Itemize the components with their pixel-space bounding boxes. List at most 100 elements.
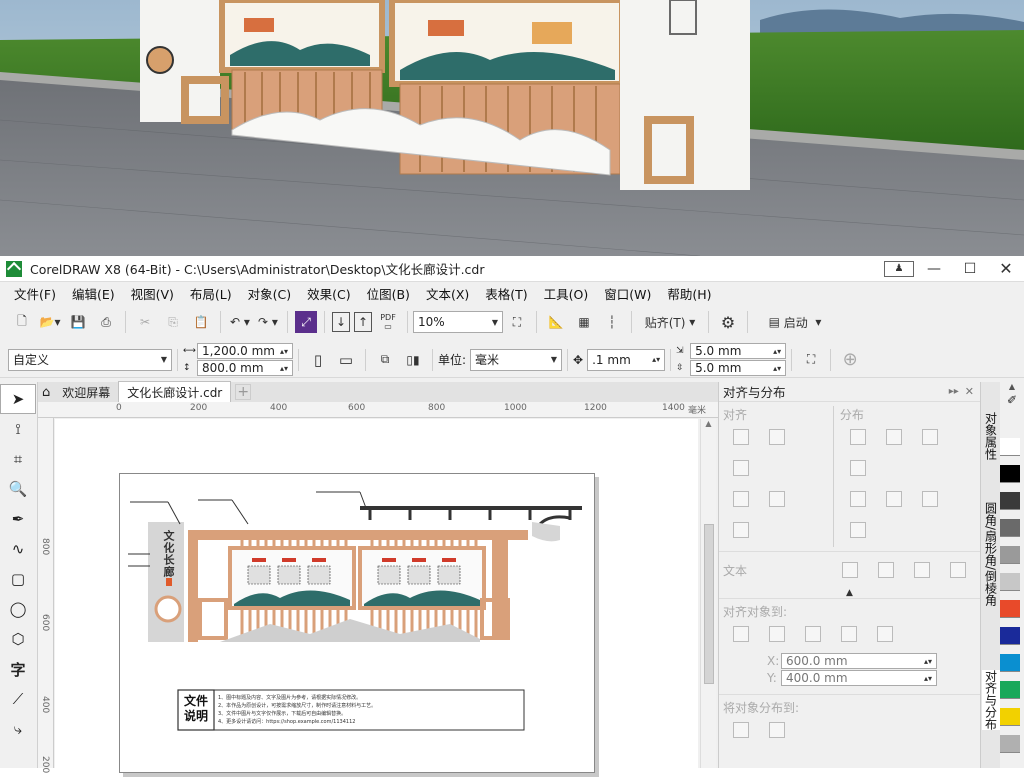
minimize-icon[interactable]: — <box>918 257 950 281</box>
application-launcher-button[interactable]: ▤ 启动 ▾ <box>755 310 835 334</box>
palette-swatch[interactable] <box>1000 735 1020 753</box>
cut-icon[interactable]: ✂ <box>133 310 157 334</box>
tab-welcome[interactable]: 欢迎屏幕 <box>54 381 119 403</box>
side-tab-fillet[interactable]: 圆角/扇形角/倒棱角 <box>982 502 1000 606</box>
page-height-input[interactable]: 800.0 mm ▴▾ <box>197 360 293 376</box>
eyedropper-icon[interactable]: ✐ <box>1000 393 1024 407</box>
zoom-tool-icon[interactable]: 🔍 <box>0 474 36 504</box>
import-icon[interactable]: ↓ <box>332 312 350 332</box>
tab-document[interactable]: 文化长廊设计.cdr <box>118 381 232 403</box>
current-page-icon[interactable]: ▯▮ <box>401 348 425 372</box>
spinner-icon[interactable]: ▴▾ <box>924 657 932 666</box>
spinner-icon[interactable]: ▴▾ <box>280 347 288 356</box>
show-grid-icon[interactable]: ▦ <box>572 310 596 334</box>
text-first-baseline-icon[interactable] <box>842 562 859 578</box>
page-width-input[interactable]: 1,200.0 mm ▴▾ <box>197 343 293 359</box>
units-select[interactable]: 毫米 ▼ <box>470 348 563 371</box>
duplicate-y-input[interactable]: 5.0 mm ▴▾ <box>690 360 787 376</box>
menu-tools[interactable]: 工具(O) <box>536 284 597 303</box>
align-bottom-icon[interactable] <box>733 522 749 538</box>
align-y-input[interactable]: 400.0 mm ▴▾ <box>781 670 937 686</box>
palette-swatch[interactable] <box>1000 708 1020 726</box>
close-icon[interactable]: ✕ <box>990 257 1022 281</box>
landscape-icon[interactable]: ▭ <box>334 348 358 372</box>
palette-swatch[interactable] <box>1000 654 1020 672</box>
distribute-top-icon[interactable] <box>849 491 866 507</box>
palette-scroll-up-icon[interactable]: ▲ <box>1000 382 1024 391</box>
spinner-icon[interactable]: ▴▾ <box>924 674 932 683</box>
ellipse-tool-icon[interactable]: ◯ <box>0 594 36 624</box>
paste-icon[interactable]: 📋 <box>189 310 213 334</box>
show-guidelines-icon[interactable]: ┆ <box>600 310 624 334</box>
menu-window[interactable]: 窗口(W) <box>596 284 659 303</box>
new-document-icon[interactable]: 🗋 <box>10 310 34 334</box>
text-bounding-box-icon[interactable] <box>914 562 931 578</box>
maximize-icon[interactable]: ☐ <box>954 257 986 281</box>
palette-swatch[interactable] <box>1000 492 1020 510</box>
menu-object[interactable]: 对象(C) <box>240 284 299 303</box>
align-right-icon[interactable] <box>733 460 749 476</box>
align-grid-icon[interactable] <box>841 626 857 642</box>
nudge-distance-input[interactable]: .1 mm ▴▾ <box>587 348 666 371</box>
rectangle-tool-icon[interactable]: ▢ <box>0 564 36 594</box>
menu-file[interactable]: 文件(F) <box>6 284 64 303</box>
menu-table[interactable]: 表格(T) <box>477 284 535 303</box>
palette-swatch[interactable] <box>1000 519 1020 537</box>
horizontal-ruler[interactable]: 0 200 400 600 800 1000 1200 1400 毫米 <box>38 402 718 418</box>
align-left-icon[interactable] <box>733 429 749 445</box>
distribute-spacing-h-icon[interactable] <box>921 429 938 445</box>
distribute-selection-icon[interactable] <box>733 722 749 738</box>
publish-pdf-icon[interactable]: PDF ▭ <box>376 310 400 334</box>
vertical-scrollbar[interactable]: ▲ <box>700 419 716 768</box>
menu-effects[interactable]: 效果(C) <box>299 284 358 303</box>
scroll-up-icon[interactable]: ▲ <box>701 419 716 433</box>
show-rulers-icon[interactable]: 📐 <box>544 310 568 334</box>
parallel-dimension-icon[interactable]: ⟋ <box>0 684 36 714</box>
export-icon[interactable]: ↑ <box>354 312 372 332</box>
edit-page-frame-icon[interactable]: ⛶ <box>799 348 823 372</box>
polygon-tool-icon[interactable]: ⬡ <box>0 624 36 654</box>
all-pages-icon[interactable]: ⧉ <box>373 348 397 372</box>
menu-help[interactable]: 帮助(H) <box>659 284 719 303</box>
artistic-media-icon[interactable]: ∿ <box>0 534 36 564</box>
distribute-center-h-icon[interactable] <box>885 429 902 445</box>
portrait-icon[interactable]: ▯ <box>306 348 330 372</box>
palette-swatch[interactable] <box>1000 573 1020 591</box>
vertical-ruler[interactable]: 800 600 400 200 <box>38 418 54 773</box>
side-tab-align-distribute[interactable]: 对齐与分布 <box>982 670 1000 730</box>
redo-icon[interactable]: ↷ ▾ <box>256 310 280 334</box>
distribute-center-v-icon[interactable] <box>885 491 902 507</box>
spinner-icon[interactable]: ▴▾ <box>773 364 781 373</box>
home-icon[interactable]: ⌂ <box>42 385 50 400</box>
distribute-right-icon[interactable] <box>849 460 866 476</box>
new-tab-icon[interactable]: + <box>235 384 252 400</box>
align-point-icon[interactable] <box>877 626 893 642</box>
docker-expand-icon[interactable]: ▸▸ <box>949 386 959 397</box>
menu-edit[interactable]: 编辑(E) <box>64 284 123 303</box>
connector-tool-icon[interactable]: ⤷ <box>0 714 36 744</box>
spinner-icon[interactable]: ▴▾ <box>773 347 781 356</box>
save-icon[interactable]: 💾 <box>66 310 90 334</box>
undo-icon[interactable]: ↶ ▾ <box>228 310 252 334</box>
open-icon[interactable]: 📂▾ <box>38 310 62 334</box>
distribute-page-icon[interactable] <box>769 722 785 738</box>
spinner-icon[interactable]: ▴▾ <box>280 364 288 373</box>
text-last-baseline-icon[interactable] <box>878 562 895 578</box>
pick-tool-icon[interactable]: ➤ <box>0 384 36 414</box>
align-x-input[interactable]: 600.0 mm ▴▾ <box>781 653 937 669</box>
palette-swatch[interactable] <box>1000 438 1020 456</box>
text-outline-icon[interactable] <box>950 562 967 578</box>
spinner-icon[interactable]: ▴▾ <box>652 355 660 364</box>
distribute-spacing-v-icon[interactable] <box>921 491 938 507</box>
side-tab-object-properties[interactable]: 对象属性 <box>982 412 1000 460</box>
align-top-icon[interactable] <box>733 491 749 507</box>
print-icon[interactable]: ⎙ <box>94 310 118 334</box>
menu-text[interactable]: 文本(X) <box>418 284 477 303</box>
distribute-bottom-icon[interactable] <box>849 522 866 538</box>
distribute-left-icon[interactable] <box>849 429 866 445</box>
menu-layout[interactable]: 布局(L) <box>182 284 240 303</box>
palette-swatch[interactable] <box>1000 681 1020 699</box>
page-preset-select[interactable]: 自定义 ▼ <box>8 348 172 371</box>
collapse-arrow-icon[interactable]: ▲ <box>719 588 980 598</box>
zoom-level-select[interactable]: 10% ▼ <box>413 311 503 333</box>
